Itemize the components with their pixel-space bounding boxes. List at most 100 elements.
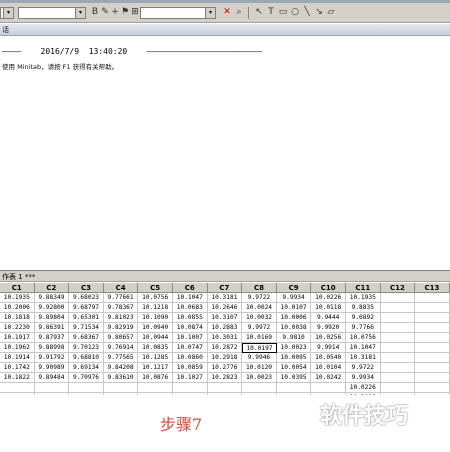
table-cell[interactable]: 9.6892: [346, 313, 381, 323]
graph-select[interactable]: ▾: [140, 7, 216, 19]
table-cell[interactable]: 9.77661: [103, 293, 139, 303]
table-cell[interactable]: 10.2823: [207, 373, 243, 383]
table-cell[interactable]: 10.0256: [311, 333, 346, 343]
table-cell[interactable]: 10.0226: [346, 383, 381, 393]
polygon-icon[interactable]: ▱: [326, 7, 336, 18]
table-cell[interactable]: [415, 383, 450, 393]
table-cell[interactable]: [415, 353, 450, 363]
column-header[interactable]: C4: [103, 283, 139, 293]
session-window[interactable]: ———— 2016/7/9 13:40:20 —————————————————…: [0, 37, 450, 269]
column-header[interactable]: C13: [415, 283, 450, 293]
column-header[interactable]: C12: [380, 283, 416, 293]
rectangle-icon[interactable]: ▭: [278, 7, 288, 18]
table-cell[interactable]: 9.90989: [34, 363, 70, 373]
table-cell[interactable]: 10.1218: [138, 303, 173, 313]
column-header[interactable]: C8: [242, 283, 277, 293]
table-cell[interactable]: 10.1090: [138, 313, 173, 323]
table-cell[interactable]: 9.9722: [346, 363, 381, 373]
table-cell[interactable]: [415, 373, 450, 383]
close-icon[interactable]: ✕: [222, 7, 232, 18]
table-cell[interactable]: [380, 293, 416, 303]
grid-icon[interactable]: ⊞: [130, 7, 140, 18]
table-cell[interactable]: 10.1818: [0, 313, 35, 323]
table-cell[interactable]: 10.2918: [207, 353, 243, 363]
column-header[interactable]: C5: [138, 283, 173, 293]
table-cell[interactable]: 10.0944: [138, 333, 173, 343]
table-cell[interactable]: [415, 293, 450, 303]
column-header[interactable]: C7: [207, 283, 243, 293]
table-cell[interactable]: 10.1935: [346, 293, 381, 303]
table-cell[interactable]: 9.82919: [103, 323, 139, 333]
table-cell[interactable]: [380, 303, 416, 313]
table-cell[interactable]: 10.1962: [0, 343, 35, 353]
table-cell[interactable]: 10.0940: [138, 323, 173, 333]
table-cell[interactable]: 10.0107: [276, 303, 312, 313]
column-header[interactable]: C3: [69, 283, 104, 293]
table-cell[interactable]: 9.70123: [69, 343, 104, 353]
table-cell[interactable]: [207, 383, 243, 393]
table-cell[interactable]: 9.9946: [242, 353, 277, 363]
table-cell[interactable]: 10.0756: [138, 293, 173, 303]
table-cell[interactable]: [173, 383, 208, 393]
table-cell[interactable]: 10.3031: [207, 333, 243, 343]
table-cell[interactable]: 9.77565: [103, 353, 139, 363]
toolbar-combo-left[interactable]: ▾: [0, 7, 14, 19]
table-cell[interactable]: 10.2776: [207, 363, 243, 373]
table-cell[interactable]: 10.1217: [138, 363, 173, 373]
search-icon[interactable]: ⌕: [234, 7, 244, 18]
table-cell[interactable]: 10.1027: [173, 373, 208, 383]
table-cell[interactable]: 10.0860: [173, 353, 208, 363]
table-cell[interactable]: 9.9920: [311, 323, 346, 333]
table-cell[interactable]: 9.83610: [103, 373, 139, 383]
table-cell[interactable]: [380, 353, 416, 363]
table-cell[interactable]: [415, 313, 450, 323]
table-cell[interactable]: [380, 333, 416, 343]
column-header[interactable]: C9: [276, 283, 312, 293]
table-cell[interactable]: [415, 363, 450, 373]
ellipse-icon[interactable]: ○: [290, 7, 300, 18]
bold-icon[interactable]: B: [90, 7, 100, 18]
table-cell[interactable]: 10.0859: [173, 363, 208, 373]
table-cell[interactable]: 10.2230: [0, 323, 35, 333]
table-cell[interactable]: 9.88998: [34, 343, 70, 353]
column-header[interactable]: C10: [311, 283, 346, 293]
table-cell[interactable]: [380, 383, 416, 393]
table-cell[interactable]: 10.3181: [346, 353, 381, 363]
table-cell[interactable]: 9.84208: [103, 363, 139, 373]
table-cell[interactable]: 9.92800: [34, 303, 70, 313]
pencil-icon[interactable]: ✎: [100, 7, 110, 18]
table-cell[interactable]: 10.0023: [242, 373, 277, 383]
table-cell[interactable]: 9.91792: [34, 353, 70, 363]
table-cell[interactable]: 9.9972: [242, 323, 277, 333]
table-cell[interactable]: 9.9934: [276, 293, 312, 303]
table-cell[interactable]: 10.3181: [207, 293, 243, 303]
table-cell[interactable]: 9.8835: [346, 303, 381, 313]
table-cell[interactable]: [415, 303, 450, 313]
plus-icon[interactable]: +: [110, 7, 120, 18]
table-cell[interactable]: 9.69134: [69, 363, 104, 373]
table-cell[interactable]: 10.0876: [138, 373, 173, 383]
column-header[interactable]: C1: [0, 283, 35, 293]
table-cell[interactable]: 10.0024: [242, 303, 277, 313]
table-cell[interactable]: 10.3107: [207, 313, 243, 323]
table-cell[interactable]: 9.68023: [69, 293, 104, 303]
table-cell[interactable]: 10.2006: [0, 303, 35, 313]
table-cell[interactable]: [415, 323, 450, 333]
column-header[interactable]: C11: [346, 283, 381, 293]
table-cell[interactable]: 10.1047: [173, 293, 208, 303]
table-cell[interactable]: 9.86391: [34, 323, 70, 333]
table-cell[interactable]: 9.76914: [103, 343, 139, 353]
table-cell[interactable]: 10.1285: [138, 353, 173, 363]
column-header[interactable]: C2: [34, 283, 70, 293]
table-cell[interactable]: [311, 383, 346, 393]
table-cell[interactable]: [380, 343, 416, 353]
font-select[interactable]: ▾: [18, 7, 86, 19]
table-cell[interactable]: 10.0855: [173, 313, 208, 323]
table-cell[interactable]: 10.2872: [207, 343, 243, 353]
table-cell[interactable]: 9.88349: [34, 293, 70, 303]
table-cell[interactable]: 10.0874: [173, 323, 208, 333]
table-cell[interactable]: 10.1914: [0, 353, 35, 363]
table-cell[interactable]: 9.68810: [69, 353, 104, 363]
table-cell[interactable]: 10.1917: [0, 333, 35, 343]
table-cell[interactable]: 9.9444: [311, 313, 346, 323]
